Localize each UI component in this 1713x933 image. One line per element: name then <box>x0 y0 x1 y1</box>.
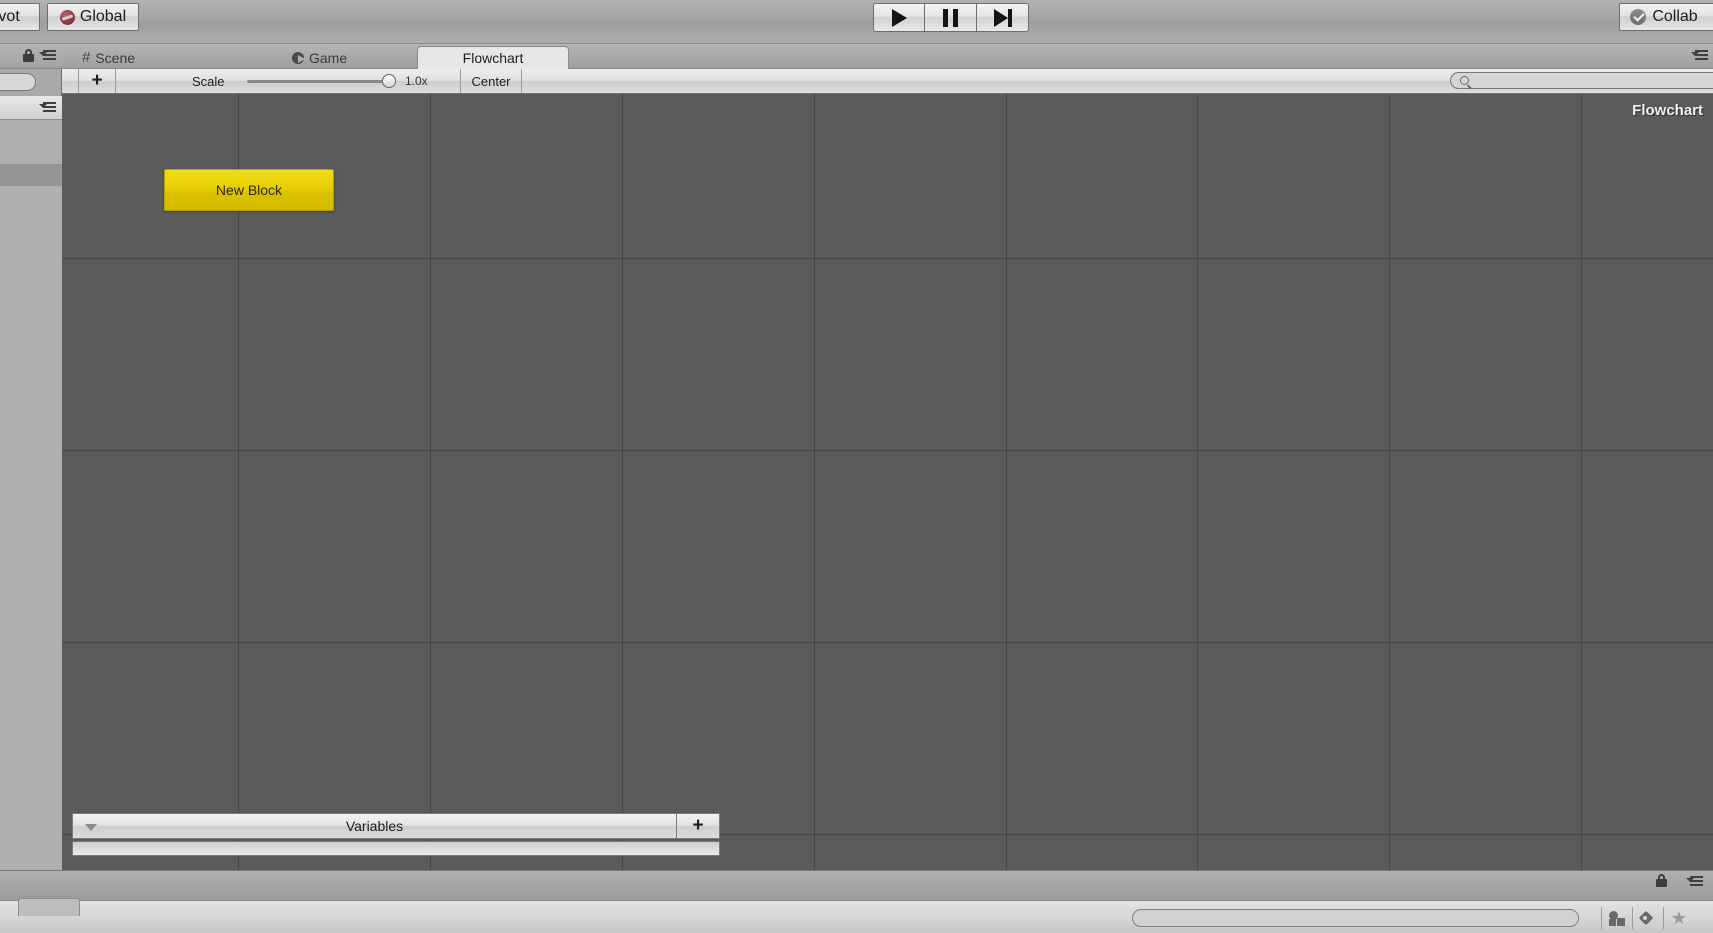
global-label: Global <box>79 8 127 25</box>
flowchart-search-field[interactable]: ✕ <box>1450 72 1713 89</box>
variables-list[interactable] <box>72 841 720 856</box>
project-bottom-bar: ★ <box>0 898 1713 933</box>
layers-filter-icon <box>1609 910 1625 926</box>
pivot-label: Pivot <box>0 8 20 25</box>
scale-value: 1.0x <box>405 74 428 88</box>
flowchart-block-label: New Block <box>215 182 283 198</box>
canvas-title-overlay: Flowchart <box>1632 102 1703 119</box>
top-toolbar: Pivot Global Collab <box>0 0 1713 44</box>
global-button[interactable]: Global <box>47 3 139 31</box>
panel-menu-icon[interactable] <box>39 102 56 113</box>
left-dock-toolbar <box>0 96 62 120</box>
scale-label: Scale <box>192 73 225 89</box>
variables-collapse-toggle[interactable]: Variables <box>72 813 676 839</box>
scale-slider-track[interactable] <box>247 80 389 83</box>
add-variable-label: + <box>692 815 704 836</box>
play-icon <box>891 8 907 27</box>
left-dock-panel <box>0 44 62 870</box>
playback-controls <box>873 3 1029 32</box>
lock-icon[interactable] <box>1656 874 1667 887</box>
panel-menu-icon[interactable] <box>39 50 56 61</box>
left-dock-footer <box>0 800 62 870</box>
panel-menu-icon[interactable] <box>1686 876 1703 887</box>
flowchart-toolbar: + Scale 1.0x Center ✕ <box>62 69 1713 94</box>
panel-menu-icon[interactable] <box>1691 50 1708 61</box>
tab-flowchart[interactable]: Flowchart <box>417 46 569 69</box>
editor-window: Pivot Global Collab <box>0 0 1713 933</box>
list-item[interactable] <box>0 164 62 186</box>
hierarchy-search-input[interactable] <box>0 73 36 91</box>
flowchart-window: # Scene Game Flowchart + Scale 1.0x Cent… <box>62 44 1713 870</box>
list-item[interactable] <box>0 208 62 230</box>
tag-filter-button[interactable] <box>1632 907 1663 929</box>
pivot-button[interactable]: Pivot <box>0 3 40 31</box>
list-item[interactable] <box>0 120 62 142</box>
collab-button[interactable]: Collab <box>1619 3 1713 31</box>
layers-filter-button[interactable] <box>1601 907 1632 929</box>
center-label: Center <box>471 73 511 89</box>
search-icon <box>1460 76 1469 85</box>
center-button[interactable]: Center <box>460 69 522 93</box>
play-button[interactable] <box>873 3 925 32</box>
list-item[interactable] <box>0 142 62 164</box>
pause-icon <box>943 8 958 27</box>
project-filter-buttons: ★ <box>1601 907 1694 929</box>
flowchart-canvas[interactable]: Flowchart New Block Variables + <box>62 94 1713 870</box>
tag-filter-icon <box>1638 910 1656 926</box>
favorite-filter-button[interactable]: ★ <box>1663 907 1694 929</box>
collab-check-icon <box>1630 9 1647 25</box>
chevron-down-icon <box>85 824 97 831</box>
tab-scene-label: Scene <box>95 49 136 66</box>
hierarchy-list[interactable] <box>0 120 62 800</box>
tab-game-label: Game <box>309 49 348 66</box>
variables-title: Variables <box>345 818 404 834</box>
game-display-icon <box>292 51 305 64</box>
add-variable-button[interactable]: + <box>676 813 720 839</box>
step-button[interactable] <box>977 3 1029 32</box>
pause-button[interactable] <box>925 3 977 32</box>
tab-flowchart-label: Flowchart <box>462 50 524 66</box>
collab-label: Collab <box>1652 8 1698 25</box>
add-block-label: + <box>91 70 103 91</box>
tab-scene[interactable]: # Scene <box>70 46 147 69</box>
list-item[interactable] <box>0 186 62 208</box>
scale-slider-knob[interactable] <box>382 74 396 88</box>
left-dock-tabbar <box>0 44 62 69</box>
variables-header: Variables + <box>72 813 720 839</box>
bottom-panel-tabbar <box>0 870 1713 900</box>
add-block-button[interactable]: + <box>78 69 116 93</box>
scene-grid-icon: # <box>82 49 91 66</box>
lock-icon[interactable] <box>23 49 34 62</box>
tab-game[interactable]: Game <box>280 46 359 69</box>
variables-panel: Variables + <box>72 813 720 856</box>
flowchart-block[interactable]: New Block <box>164 169 334 211</box>
favorite-star-icon: ★ <box>1670 908 1688 928</box>
step-forward-icon <box>993 8 1012 27</box>
project-search-field[interactable] <box>1132 909 1579 927</box>
globe-icon <box>59 9 75 25</box>
flowchart-tabbar: # Scene Game Flowchart <box>62 44 1713 69</box>
project-tab-stub[interactable] <box>18 898 80 916</box>
